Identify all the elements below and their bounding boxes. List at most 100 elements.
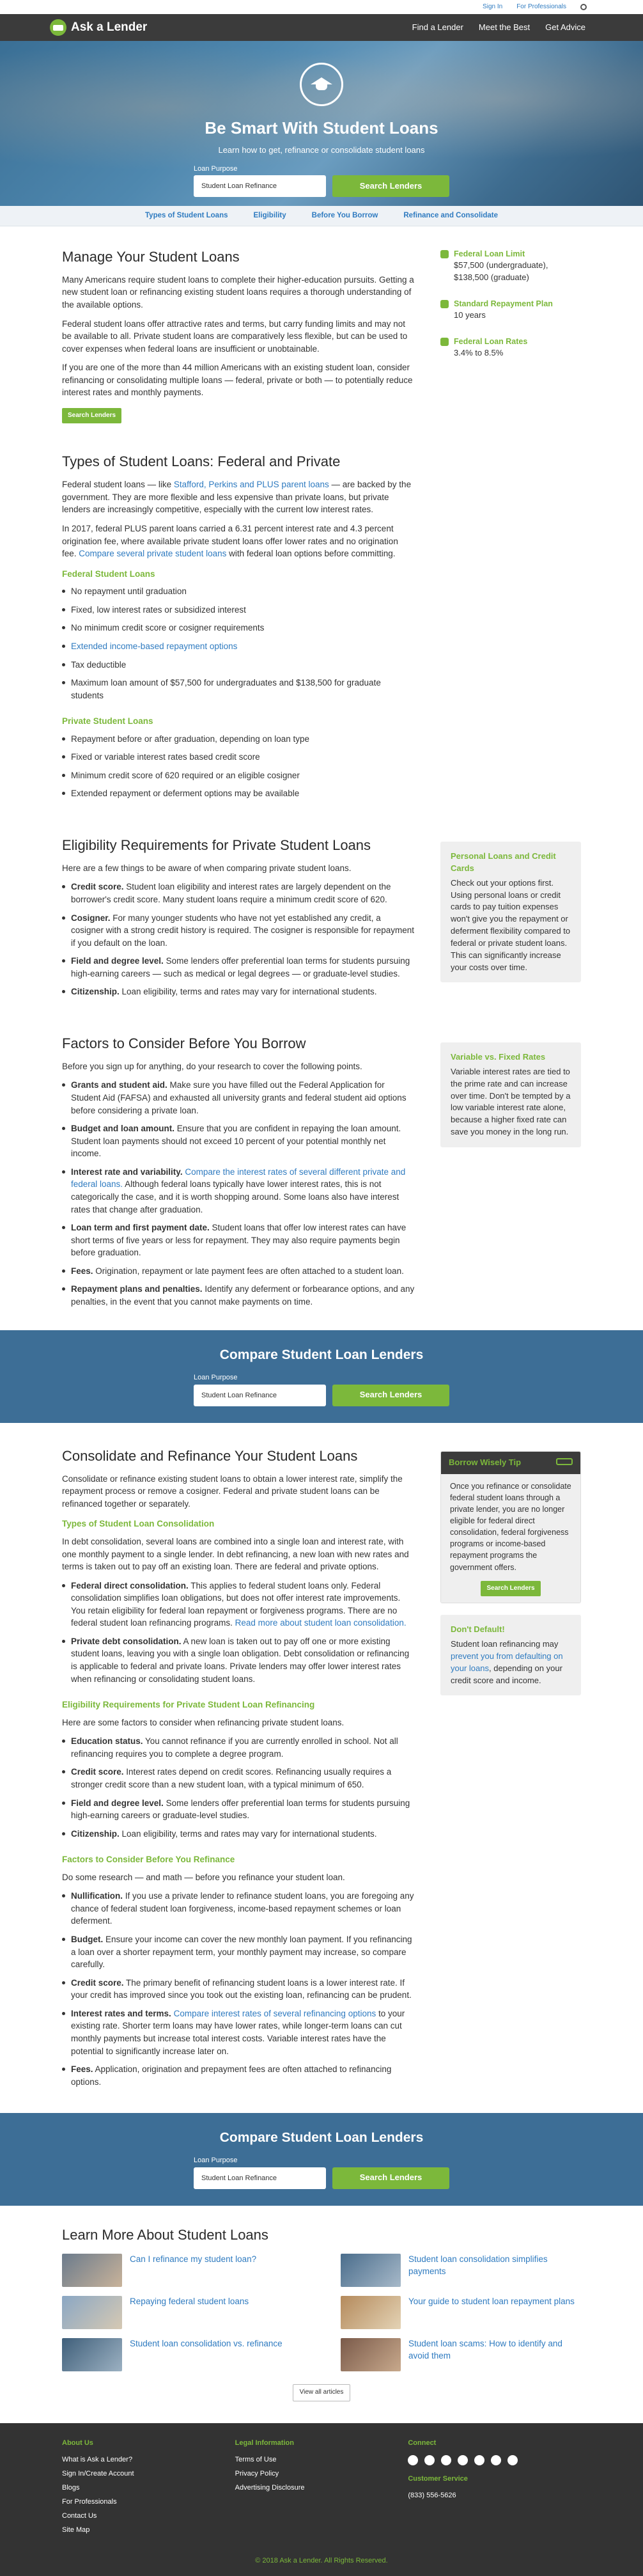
footer-link[interactable]: Privacy Policy	[235, 2469, 408, 2479]
list-item: Federal direct consolidation. This appli…	[62, 1580, 415, 1635]
federal-loans-heading: Federal Student Loans	[62, 569, 155, 579]
eligibility-intro: Here are a few things to be aware of whe…	[62, 863, 352, 873]
list-item: Budget and loan amount. Ensure that you …	[62, 1122, 415, 1166]
linkedin-icon[interactable]	[441, 2454, 452, 2465]
footer-link[interactable]: Blogs	[62, 2483, 235, 2494]
article-card[interactable]: Student loan consolidation simplifies pa…	[341, 2254, 581, 2288]
search-icon[interactable]	[580, 4, 587, 10]
borrow-wisely-tip: Borrow Wisely Tip Once you refinance or …	[440, 1450, 581, 1604]
loan-facts: Federal Loan Limit $57,500 (undergraduate…	[440, 226, 581, 423]
googleplus-icon[interactable]	[458, 2454, 469, 2465]
footer-link[interactable]: Site Map	[62, 2525, 235, 2536]
compare-refi-link[interactable]: Compare interest rates of several refina…	[171, 2009, 376, 2018]
footer-link[interactable]: For Professionals	[62, 2497, 235, 2508]
list-item: Repayment before or after graduation, de…	[62, 733, 415, 751]
callout-title: Personal Loans and Credit Cards	[451, 851, 556, 873]
mail-icon[interactable]	[507, 2454, 518, 2465]
list-item: Fees. Application, origination and prepa…	[62, 2063, 415, 2094]
subnav-before-borrow[interactable]: Before You Borrow	[312, 210, 378, 221]
article-card[interactable]: Your guide to student loan repayment pla…	[341, 2296, 581, 2330]
fact-title: Standard Repayment Plan	[454, 299, 553, 308]
fact-title: Federal Loan Rates	[454, 336, 528, 346]
list-item: Citizenship. Loan eligibility, terms and…	[62, 1828, 415, 1846]
loan-purpose-select[interactable]: Student Loan Refinance	[194, 1384, 326, 1406]
subnav-types[interactable]: Types of Student Loans	[145, 210, 228, 221]
subnav-eligibility[interactable]: Eligibility	[254, 210, 286, 221]
personal-loans-callout: Personal Loans and Credit Cards Check ou…	[440, 842, 581, 983]
footer-link[interactable]: What is Ask a Lender?	[62, 2455, 235, 2465]
types-p2: In 2017, federal PLUS parent loans carri…	[62, 524, 398, 559]
article-card[interactable]: Can I refinance my student loan?	[62, 2254, 302, 2288]
nav-get-advice[interactable]: Get Advice	[545, 22, 585, 34]
graduation-cap-icon	[300, 63, 343, 106]
learn-title: Learn More About Student Loans	[62, 2226, 268, 2243]
nav-find-lender[interactable]: Find a Lender	[412, 22, 463, 34]
article-title[interactable]: Repaying federal student loans	[130, 2296, 249, 2307]
search-lenders-button[interactable]: Search Lenders	[332, 175, 449, 198]
phone-number[interactable]: (833) 556-5626	[408, 2491, 581, 2501]
article-card[interactable]: Repaying federal student loans	[62, 2296, 302, 2330]
article-card[interactable]: Student loan scams: How to identify and …	[341, 2338, 581, 2372]
sign-in-link[interactable]: Sign In	[483, 3, 502, 12]
manage-search-button[interactable]: Search Lenders	[62, 407, 122, 424]
calendar-icon	[440, 299, 449, 308]
types-title: Types of Student Loans: Federal and Priv…	[62, 453, 341, 470]
footer-link[interactable]: Contact Us	[62, 2511, 235, 2522]
loan-purpose-select[interactable]: Student Loan Refinance	[194, 2167, 326, 2189]
logo[interactable]: Ask a Lender	[50, 19, 147, 36]
list-item: Education status. You cannot refinance i…	[62, 1735, 415, 1766]
for-professionals-link[interactable]: For Professionals	[516, 3, 566, 12]
list-item: Extended repayment or deferment options …	[62, 787, 415, 806]
list-item: Interest rates and terms. Compare intere…	[62, 2007, 415, 2063]
read-more-link[interactable]: Read more about student loan consolidati…	[235, 1618, 407, 1628]
loan-purpose-select[interactable]: Student Loan Refinance	[194, 175, 326, 198]
facebook-icon[interactable]	[408, 2454, 419, 2465]
list-item: Credit score. Student loan eligibility a…	[62, 881, 415, 911]
list-item: Tax deductible	[62, 659, 415, 677]
footer-link[interactable]: Sign In/Create Account	[62, 2469, 235, 2479]
factors-title: Factors to Consider Before You Borrow	[62, 1035, 306, 1051]
article-title[interactable]: Can I refinance my student loan?	[130, 2254, 256, 2265]
subnav-refinance[interactable]: Refinance and Consolidate	[403, 210, 498, 221]
callout-text: Check out your options first. Using pers…	[451, 877, 571, 972]
list-item: No repayment until graduation	[62, 585, 415, 604]
search-lenders-button[interactable]: Search Lenders	[332, 2167, 449, 2189]
customer-service-heading: Customer Service	[408, 2474, 468, 2483]
logo-icon	[50, 19, 66, 36]
banner-title: Compare Student Loan Lenders	[219, 2130, 424, 2146]
view-all-articles-button[interactable]: View all articles	[292, 2384, 351, 2401]
hero: Be Smart With Student Loans Learn how to…	[0, 41, 643, 206]
article-title[interactable]: Your guide to student loan repayment pla…	[408, 2296, 575, 2307]
income-repayment-link[interactable]: Extended income-based repayment options	[71, 641, 237, 651]
list-item: Nullification. If you use a private lend…	[62, 1890, 415, 1933]
twitter-icon[interactable]	[474, 2454, 485, 2465]
nav-meet-best[interactable]: Meet the Best	[479, 22, 530, 34]
manage-p3: If you are one of the more than 44 milli…	[62, 363, 413, 398]
federal-loans-link[interactable]: Stafford, Perkins and PLUS parent loans	[174, 480, 329, 489]
list-item: Grants and student aid. Make sure you ha…	[62, 1079, 415, 1122]
article-card[interactable]: Student loan consolidation vs. refinance	[62, 2338, 302, 2372]
dont-default-callout: Don't Default! Student loan refinancing …	[440, 1615, 581, 1696]
tip-search-button[interactable]: Search Lenders	[481, 1580, 541, 1597]
fact-value: $57,500 (undergraduate), $138,500 (gradu…	[454, 260, 548, 282]
refi-factors-intro: Do some research — and math — before you…	[62, 1872, 345, 1882]
callout-title: Variable vs. Fixed Rates	[451, 1051, 546, 1062]
search-lenders-button[interactable]: Search Lenders	[332, 1384, 449, 1406]
article-title[interactable]: Student loan consolidation vs. refinance	[130, 2338, 283, 2350]
pinterest-icon[interactable]	[491, 2454, 502, 2465]
copyright: © 2018 Ask a Lender. All Rights Reserved…	[255, 2556, 388, 2564]
fact-value: 10 years	[454, 310, 486, 320]
article-title[interactable]: Student loan scams: How to identify and …	[408, 2338, 581, 2361]
refi-eligibility-heading: Eligibility Requirements for Private Stu…	[62, 1700, 315, 1710]
footer-link[interactable]: Terms of Use	[235, 2455, 408, 2465]
article-title[interactable]: Student loan consolidation simplifies pa…	[408, 2254, 581, 2277]
instagram-icon[interactable]	[424, 2454, 435, 2465]
loan-purpose-label: Loan Purpose	[194, 164, 238, 173]
refi-eligibility-intro: Here are some factors to consider when r…	[62, 1717, 345, 1727]
article-thumbnail	[62, 2296, 122, 2330]
top-utility-bar: Sign In For Professionals	[0, 0, 643, 14]
variable-fixed-callout: Variable vs. Fixed Rates Variable intere…	[440, 1042, 581, 1147]
compare-private-link[interactable]: Compare several private student loans	[79, 549, 226, 558]
footer-link[interactable]: Advertising Disclosure	[235, 2483, 408, 2494]
main-nav: Find a Lender Meet the Best Get Advice	[412, 22, 585, 34]
